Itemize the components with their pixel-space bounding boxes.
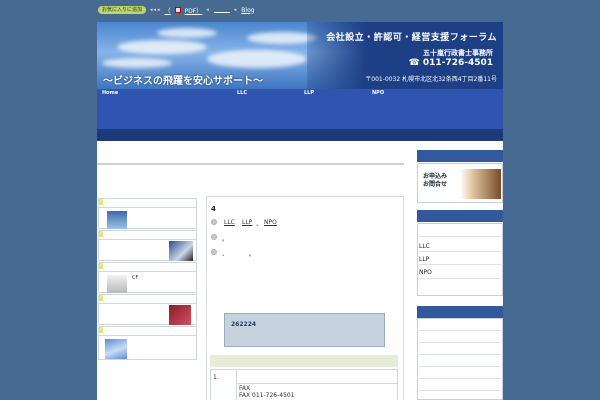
nav-llp[interactable]: LLP xyxy=(304,90,314,96)
nav-home[interactable]: Home xyxy=(102,90,118,96)
sidebar-item-llc[interactable]: LLC xyxy=(419,243,430,250)
nav-llc[interactable]: LLC xyxy=(237,90,247,96)
fax-label: FAX xyxy=(239,385,251,392)
menu-box xyxy=(417,223,503,296)
table-header xyxy=(210,355,398,367)
left-item-4[interactable] xyxy=(98,294,197,325)
triangle-icon: ◂◂◂ xyxy=(150,7,161,13)
building-thumbnail xyxy=(107,211,127,229)
blog-link[interactable]: Blog xyxy=(241,7,254,14)
pdf-link[interactable]: PDF） xyxy=(185,6,203,15)
contact-heading xyxy=(417,150,503,162)
section-number: 4 xyxy=(211,205,216,213)
nav-band xyxy=(97,129,503,141)
office-address: 〒001-0032 札幌市北区北32条西4丁目2番11号 xyxy=(365,76,497,83)
content-link-llp[interactable]: LLP xyxy=(242,219,252,226)
content-link-npo[interactable]: NPO xyxy=(264,219,277,226)
main-nav: Home LLC LLP NPO xyxy=(97,89,503,129)
sidebar-item-npo[interactable]: NPO xyxy=(419,269,432,276)
add-favorite-button[interactable]: お気に入りに追加 xyxy=(98,6,147,14)
sky-thumbnail xyxy=(105,339,127,359)
top-link-2[interactable] xyxy=(213,7,230,13)
left-item-2[interactable] xyxy=(98,230,197,261)
bullet-icon xyxy=(211,249,217,255)
slogan: 〜ビジネスの飛躍を安心サポート〜 xyxy=(103,76,263,87)
top-bar: お気に入りに追加 ◂◂◂ （ PDF） ◂ ◂ Blog xyxy=(98,5,518,15)
sidebar-item-llp[interactable]: LLP xyxy=(419,256,429,263)
bullet-icon xyxy=(211,219,217,225)
bullet-icon xyxy=(211,234,217,240)
left-item-5[interactable] xyxy=(98,326,197,360)
info-heading xyxy=(417,306,503,318)
header-banner: 会社設立・許認可・経営支援フォーラム 五十嵐行政書士事務所 ☎ 011-726-… xyxy=(97,22,503,89)
pdf-icon xyxy=(174,7,181,13)
car-thumbnail xyxy=(169,241,193,261)
left-item-1[interactable] xyxy=(98,198,197,229)
nav-npo[interactable]: NPO xyxy=(372,90,384,96)
contact-banner-text: お申込み お問合せ xyxy=(423,173,448,188)
divider xyxy=(97,163,404,165)
info-number: 262224 xyxy=(231,321,257,328)
left-item-3[interactable]: CF xyxy=(98,262,197,293)
menu-heading xyxy=(417,210,503,222)
site-title: 会社設立・許認可・経営支援フォーラム xyxy=(326,33,497,43)
product-thumbnail xyxy=(107,275,127,293)
content-link-llc[interactable]: LLC xyxy=(224,219,235,226)
content-text-2: 。 xyxy=(222,236,229,243)
passport-thumbnail xyxy=(169,305,191,325)
row-number: 1. xyxy=(213,374,219,381)
content-text-3: 、 。 xyxy=(222,251,256,258)
triangle-icon: ◂ xyxy=(206,7,210,13)
link-separator: 、 xyxy=(256,221,263,228)
triangle-icon: ◂ xyxy=(233,7,238,13)
phone-number: ☎ 011-726-4501 xyxy=(408,58,493,68)
office-name: 五十嵐行政書士事務所 xyxy=(423,49,493,57)
fax-number: FAX 011-726-4501 xyxy=(239,392,295,399)
info-box-highlight: 262224 xyxy=(224,313,385,347)
top-link-1[interactable]: （ xyxy=(165,6,171,15)
